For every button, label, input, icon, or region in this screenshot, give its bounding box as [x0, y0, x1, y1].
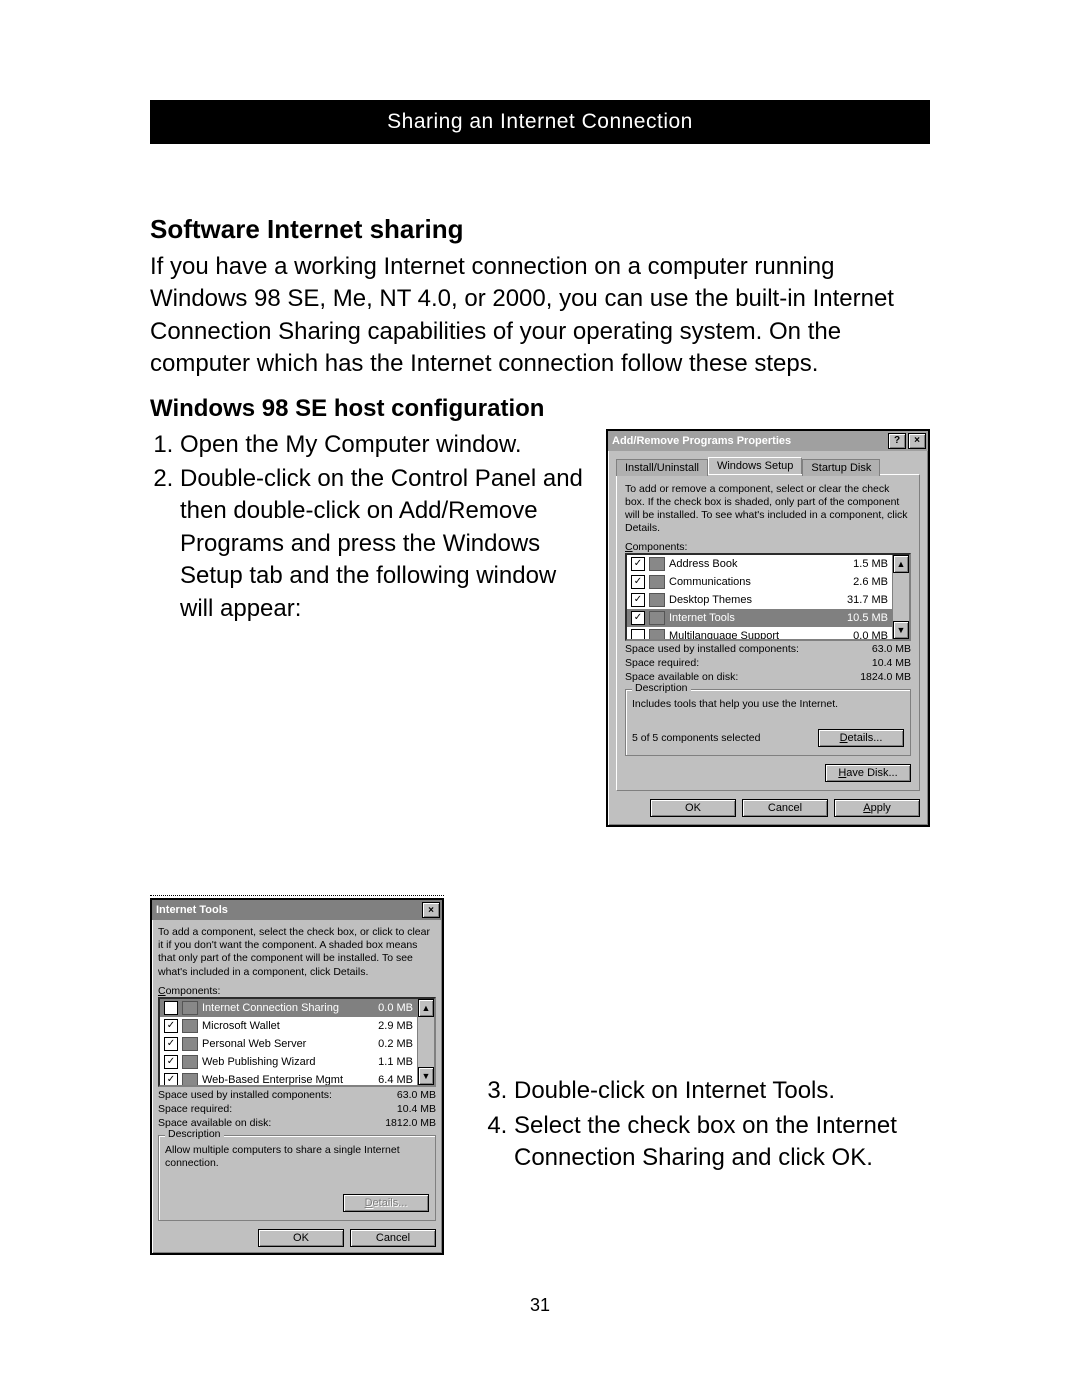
list-item-selected: Internet Connection Sharing 0.0 MB [160, 999, 417, 1017]
details-button[interactable]: Details... [818, 729, 904, 747]
wallet-icon [182, 1019, 198, 1033]
list-item: Communications 2.6 MB [627, 573, 892, 591]
space-used-value: 63.0 MB [397, 1089, 436, 1101]
selected-count: 5 of 5 components selected [632, 732, 760, 744]
space-used-label: Space used by installed components: [625, 643, 799, 655]
globe-icon [182, 1055, 198, 1069]
scrollbar[interactable]: ▲ ▼ [892, 555, 909, 639]
checkbox-icon[interactable] [631, 629, 645, 641]
globe-icon [649, 629, 665, 641]
themes-icon [649, 593, 665, 607]
list-item: Personal Web Server 0.2 MB [160, 1035, 417, 1053]
ok-button[interactable]: OK [650, 799, 736, 817]
instructions-text: To add a component, select the check box… [158, 926, 436, 979]
list-item: Multilanguage Support 0.0 MB [627, 627, 892, 641]
help-icon[interactable]: ? [888, 433, 906, 449]
page-number: 31 [150, 1295, 930, 1316]
page-header: Sharing an Internet Connection [150, 100, 930, 144]
checkbox-icon[interactable] [164, 1019, 178, 1033]
instructions-text: To add or remove a component, select or … [625, 483, 911, 536]
space-used-label: Space used by installed components: [158, 1089, 332, 1101]
checkbox-icon[interactable] [164, 1073, 178, 1087]
checkbox-icon[interactable] [164, 1037, 178, 1051]
dialog-add-remove-programs: Add/Remove Programs Properties ? × Insta… [606, 429, 930, 828]
checkbox-icon[interactable] [631, 575, 645, 589]
details-button: Details... [343, 1194, 429, 1212]
internet-tools-icon [649, 611, 665, 625]
step-3: Double-click on Internet Tools. [514, 1075, 930, 1107]
tab-windows-setup[interactable]: Windows Setup [708, 457, 802, 474]
scroll-up-icon[interactable]: ▲ [418, 999, 434, 1017]
tab-install-uninstall[interactable]: Install/Uninstall [616, 459, 708, 476]
cancel-button[interactable]: Cancel [350, 1229, 436, 1247]
ok-button[interactable]: OK [258, 1229, 344, 1247]
components-label: Components: [625, 541, 911, 553]
description-text: Allow multiple computers to share a sing… [165, 1144, 429, 1170]
section-title-win98: Windows 98 SE host configuration [150, 395, 930, 423]
step-1: Open the My Computer window. [180, 429, 586, 461]
checkbox-icon[interactable] [164, 1001, 178, 1015]
communications-icon [649, 575, 665, 589]
scroll-up-icon[interactable]: ▲ [893, 555, 909, 573]
checkbox-icon[interactable] [631, 611, 645, 625]
tab-startup-disk[interactable]: Startup Disk [802, 459, 880, 476]
dialog-title: Internet Tools [156, 904, 228, 916]
list-item-selected: Internet Tools 10.5 MB [627, 609, 892, 627]
checkbox-icon[interactable] [631, 593, 645, 607]
have-disk-button[interactable]: Have Disk... [825, 764, 911, 782]
ics-icon [182, 1001, 198, 1015]
components-listbox[interactable]: Address Book 1.5 MB Communications 2.6 M… [625, 553, 911, 641]
apply-button[interactable]: Apply [834, 799, 920, 817]
checkbox-icon[interactable] [631, 557, 645, 571]
scroll-down-icon[interactable]: ▼ [893, 621, 909, 639]
list-item: Web-Based Enterprise Mgmt 6.4 MB [160, 1071, 417, 1087]
space-required-value: 10.4 MB [397, 1103, 436, 1115]
components-label: Components: [158, 985, 436, 997]
dialog-title: Add/Remove Programs Properties [612, 435, 791, 447]
close-icon[interactable]: × [908, 433, 926, 449]
section-title-software-sharing: Software Internet sharing [150, 214, 930, 245]
step-4: Select the check box on the Internet Con… [514, 1110, 930, 1175]
description-group-label: Description [165, 1128, 224, 1140]
globe-icon [182, 1073, 198, 1087]
cancel-button[interactable]: Cancel [742, 799, 828, 817]
close-icon[interactable]: × [422, 902, 440, 918]
space-avail-value: 1812.0 MB [385, 1117, 436, 1129]
components-listbox[interactable]: Internet Connection Sharing 0.0 MB Micro… [158, 997, 436, 1087]
list-item: Web Publishing Wizard 1.1 MB [160, 1053, 417, 1071]
space-avail-value: 1824.0 MB [860, 671, 911, 683]
description-group-label: Description [632, 682, 691, 694]
space-required-label: Space required: [158, 1103, 232, 1115]
dialog-internet-tools: Internet Tools × To add a component, sel… [150, 898, 444, 1255]
list-item: Microsoft Wallet 2.9 MB [160, 1017, 417, 1035]
section-body: If you have a working Internet connectio… [150, 251, 930, 381]
step-2: Double-click on the Control Panel and th… [180, 463, 586, 625]
list-item: Address Book 1.5 MB [627, 555, 892, 573]
space-used-value: 63.0 MB [872, 643, 911, 655]
list-item: Desktop Themes 31.7 MB [627, 591, 892, 609]
space-required-label: Space required: [625, 657, 699, 669]
description-text: Includes tools that help you use the Int… [632, 698, 904, 711]
scrollbar[interactable]: ▲ ▼ [417, 999, 434, 1085]
checkbox-icon[interactable] [164, 1055, 178, 1069]
book-icon [649, 557, 665, 571]
scroll-down-icon[interactable]: ▼ [418, 1067, 434, 1085]
server-icon [182, 1037, 198, 1051]
space-required-value: 10.4 MB [872, 657, 911, 669]
